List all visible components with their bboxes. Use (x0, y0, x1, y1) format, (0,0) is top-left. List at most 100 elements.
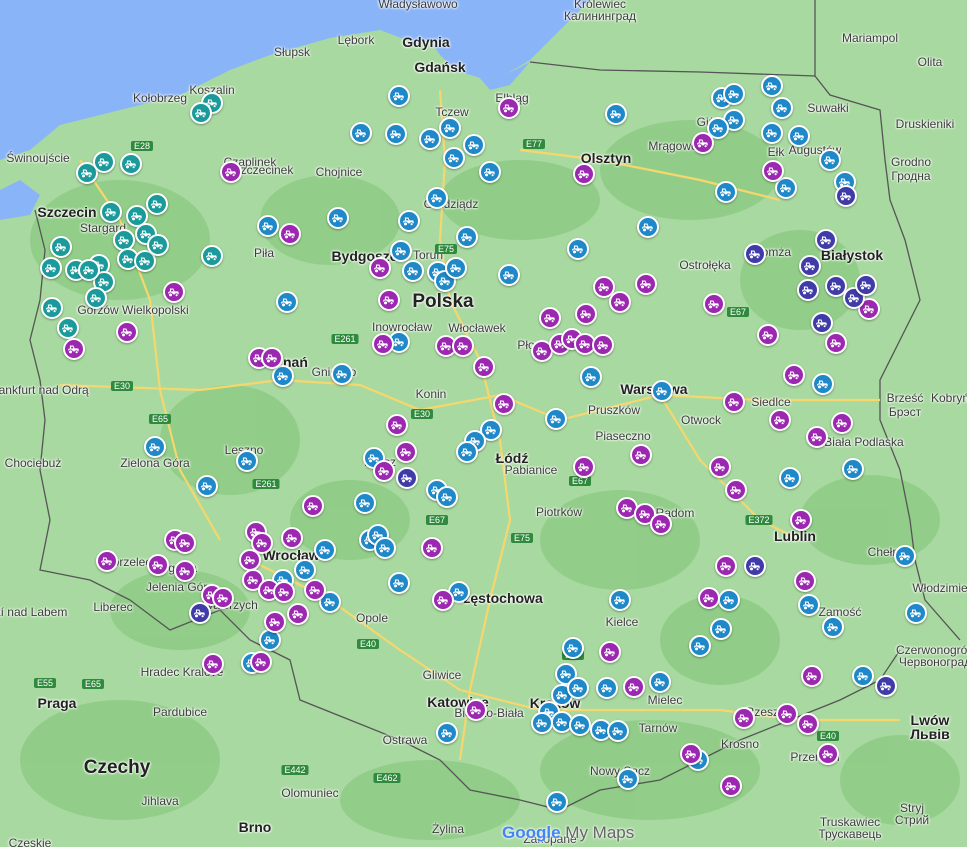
tractor-marker[interactable] (650, 513, 672, 535)
tractor-marker[interactable] (715, 555, 737, 577)
tractor-marker[interactable] (599, 641, 621, 663)
tractor-marker[interactable] (905, 602, 927, 624)
tractor-marker[interactable] (239, 549, 261, 571)
tractor-marker[interactable] (567, 677, 589, 699)
tractor-marker[interactable] (473, 356, 495, 378)
tractor-marker[interactable] (465, 699, 487, 721)
tractor-marker[interactable] (378, 289, 400, 311)
tractor-marker[interactable] (539, 307, 561, 329)
tractor-marker[interactable] (261, 347, 283, 369)
tractor-marker[interactable] (279, 223, 301, 245)
tractor-marker[interactable] (649, 671, 671, 693)
tractor-marker[interactable] (78, 259, 100, 281)
tractor-marker[interactable] (744, 243, 766, 265)
tractor-marker[interactable] (419, 128, 441, 150)
tractor-marker[interactable] (815, 229, 837, 251)
tractor-marker[interactable] (797, 713, 819, 735)
tractor-marker[interactable] (799, 255, 821, 277)
tractor-marker[interactable] (831, 412, 853, 434)
tractor-marker[interactable] (819, 149, 841, 171)
tractor-marker[interactable] (698, 587, 720, 609)
tractor-marker[interactable] (63, 338, 85, 360)
tractor-marker[interactable] (596, 677, 618, 699)
tractor-marker[interactable] (350, 122, 372, 144)
tractor-marker[interactable] (783, 364, 805, 386)
tractor-marker[interactable] (794, 570, 816, 592)
tractor-marker[interactable] (41, 297, 63, 319)
tractor-marker[interactable] (294, 559, 316, 581)
tractor-marker[interactable] (498, 264, 520, 286)
tractor-marker[interactable] (498, 97, 520, 119)
tractor-marker[interactable] (733, 707, 755, 729)
tractor-marker[interactable] (436, 486, 458, 508)
tractor-marker[interactable] (609, 589, 631, 611)
tractor-marker[interactable] (776, 703, 798, 725)
tractor-marker[interactable] (327, 207, 349, 229)
tractor-marker[interactable] (163, 281, 185, 303)
tractor-marker[interactable] (835, 185, 857, 207)
tractor-marker[interactable] (788, 125, 810, 147)
tractor-marker[interactable] (147, 234, 169, 256)
tractor-marker[interactable] (894, 545, 916, 567)
tractor-marker[interactable] (779, 467, 801, 489)
tractor-marker[interactable] (790, 509, 812, 531)
tractor-marker[interactable] (402, 260, 424, 282)
tractor-marker[interactable] (372, 333, 394, 355)
tractor-marker[interactable] (592, 334, 614, 356)
tractor-marker[interactable] (276, 291, 298, 313)
tractor-marker[interactable] (456, 226, 478, 248)
tractor-marker[interactable] (212, 587, 234, 609)
tractor-marker[interactable] (144, 436, 166, 458)
tractor-marker[interactable] (852, 665, 874, 687)
tractor-marker[interactable] (432, 589, 454, 611)
tractor-marker[interactable] (842, 458, 864, 480)
tractor-marker[interactable] (281, 527, 303, 549)
tractor-marker[interactable] (718, 589, 740, 611)
tractor-marker[interactable] (531, 712, 553, 734)
tractor-marker[interactable] (798, 594, 820, 616)
tractor-marker[interactable] (562, 637, 584, 659)
tractor-marker[interactable] (569, 714, 591, 736)
tractor-marker[interactable] (607, 720, 629, 742)
tractor-marker[interactable] (304, 579, 326, 601)
tractor-marker[interactable] (715, 181, 737, 203)
tractor-marker[interactable] (189, 602, 211, 624)
tractor-marker[interactable] (390, 240, 412, 262)
tractor-marker[interactable] (545, 408, 567, 430)
tractor-marker[interactable] (57, 317, 79, 339)
tractor-marker[interactable] (757, 324, 779, 346)
tractor-marker[interactable] (605, 103, 627, 125)
tractor-marker[interactable] (386, 414, 408, 436)
tractor-marker[interactable] (725, 479, 747, 501)
tractor-marker[interactable] (373, 460, 395, 482)
tractor-marker[interactable] (575, 303, 597, 325)
tractor-marker[interactable] (680, 743, 702, 765)
map-canvas[interactable]: Polska Czechy Władysławowo Gdynia Gdańsk Król… (0, 0, 967, 847)
tractor-marker[interactable] (651, 380, 673, 402)
tractor-marker[interactable] (493, 393, 515, 415)
tractor-marker[interactable] (709, 456, 731, 478)
tractor-marker[interactable] (567, 238, 589, 260)
tractor-marker[interactable] (445, 257, 467, 279)
tractor-marker[interactable] (855, 274, 877, 296)
tractor-marker[interactable] (398, 210, 420, 232)
tractor-marker[interactable] (374, 537, 396, 559)
tractor-marker[interactable] (812, 373, 834, 395)
tractor-marker[interactable] (806, 426, 828, 448)
tractor-marker[interactable] (395, 441, 417, 463)
tractor-marker[interactable] (637, 216, 659, 238)
tractor-marker[interactable] (196, 475, 218, 497)
tractor-marker[interactable] (426, 187, 448, 209)
tractor-marker[interactable] (85, 287, 107, 309)
tractor-marker[interactable] (689, 635, 711, 657)
tractor-marker[interactable] (825, 332, 847, 354)
tractor-marker[interactable] (190, 102, 212, 124)
tractor-marker[interactable] (443, 147, 465, 169)
tractor-marker[interactable] (439, 117, 461, 139)
tractor-marker[interactable] (50, 236, 72, 258)
tractor-marker[interactable] (703, 293, 725, 315)
tractor-marker[interactable] (421, 537, 443, 559)
tractor-marker[interactable] (801, 665, 823, 687)
tractor-marker[interactable] (635, 273, 657, 295)
tractor-marker[interactable] (723, 83, 745, 105)
